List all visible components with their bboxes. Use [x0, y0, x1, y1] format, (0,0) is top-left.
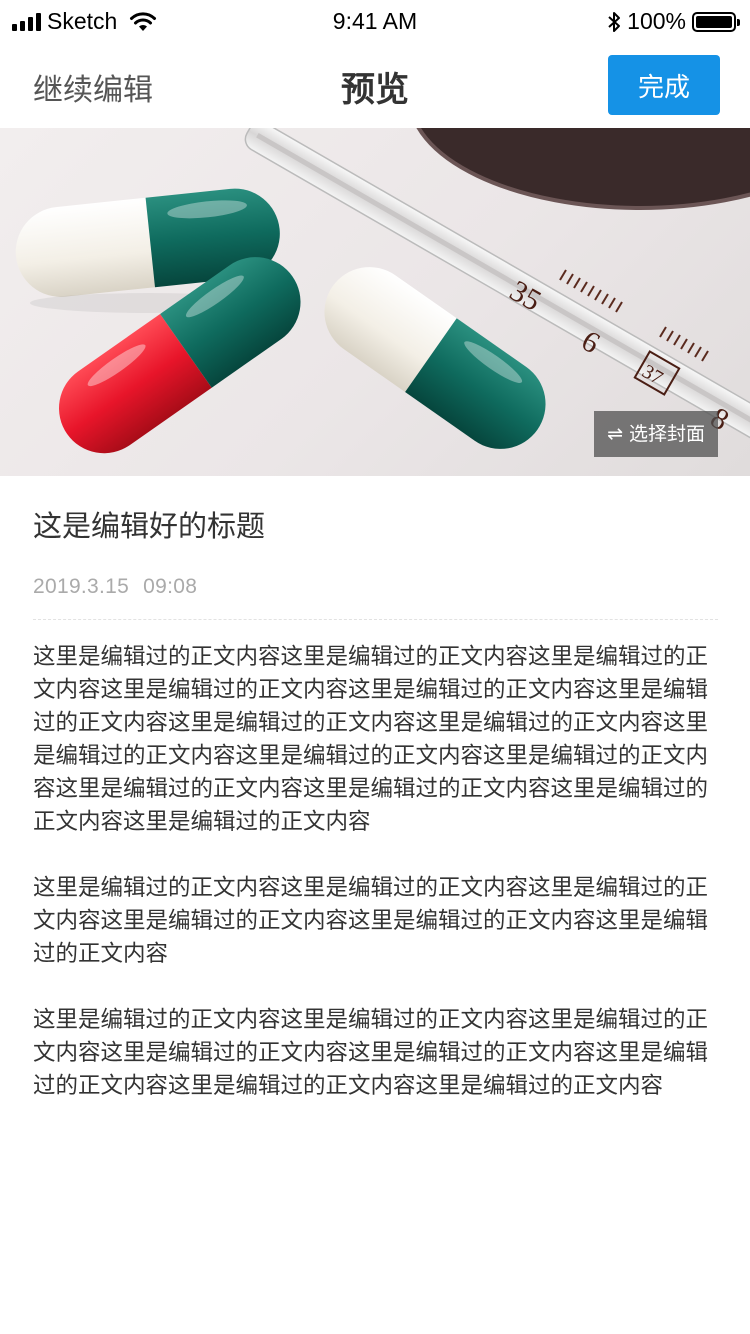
status-bar: Sketch 9:41 AM 100%: [0, 0, 750, 40]
article-title: 这是编辑好的标题: [33, 509, 266, 543]
bluetooth-icon: [608, 11, 621, 32]
select-cover-label: 选择封面: [628, 423, 705, 445]
swap-icon: ⇌: [607, 423, 623, 445]
cover-image: 35 6 37 8 ⇌ 选择封面: [0, 128, 750, 476]
article-paragraph-1: 这里是编辑过的正文内容这里是编辑过的正文内容这里是编辑过的正文内容这里是编辑过的…: [33, 644, 709, 835]
battery-percent: 100%: [627, 8, 686, 34]
article-timestamp: 2019.3.15 09:08: [33, 575, 718, 599]
dashed-divider: [33, 619, 718, 620]
status-right: 100%: [607, 8, 740, 35]
article-date: 2019.3.15: [33, 575, 130, 598]
battery-icon: [692, 11, 740, 32]
select-cover-button[interactable]: ⇌ 选择封面: [594, 411, 718, 457]
nav-bar: 继续编辑 预览 完成: [0, 40, 750, 128]
continue-edit-button[interactable]: 继续编辑: [33, 65, 153, 109]
article-paragraph-2: 这里是编辑过的正文内容这里是编辑过的正文内容这里是编辑过的正文内容这里是编辑过的…: [33, 875, 709, 967]
article: 这是编辑好的标题 2019.3.15 09:08 这里是编辑过的正文内容这里是编辑…: [33, 476, 718, 1103]
article-paragraph-3: 这里是编辑过的正文内容这里是编辑过的正文内容这里是编辑过的正文内容这里是编辑过的…: [33, 1007, 709, 1099]
article-time: 09:08: [143, 575, 198, 598]
done-button[interactable]: 完成: [608, 55, 720, 115]
